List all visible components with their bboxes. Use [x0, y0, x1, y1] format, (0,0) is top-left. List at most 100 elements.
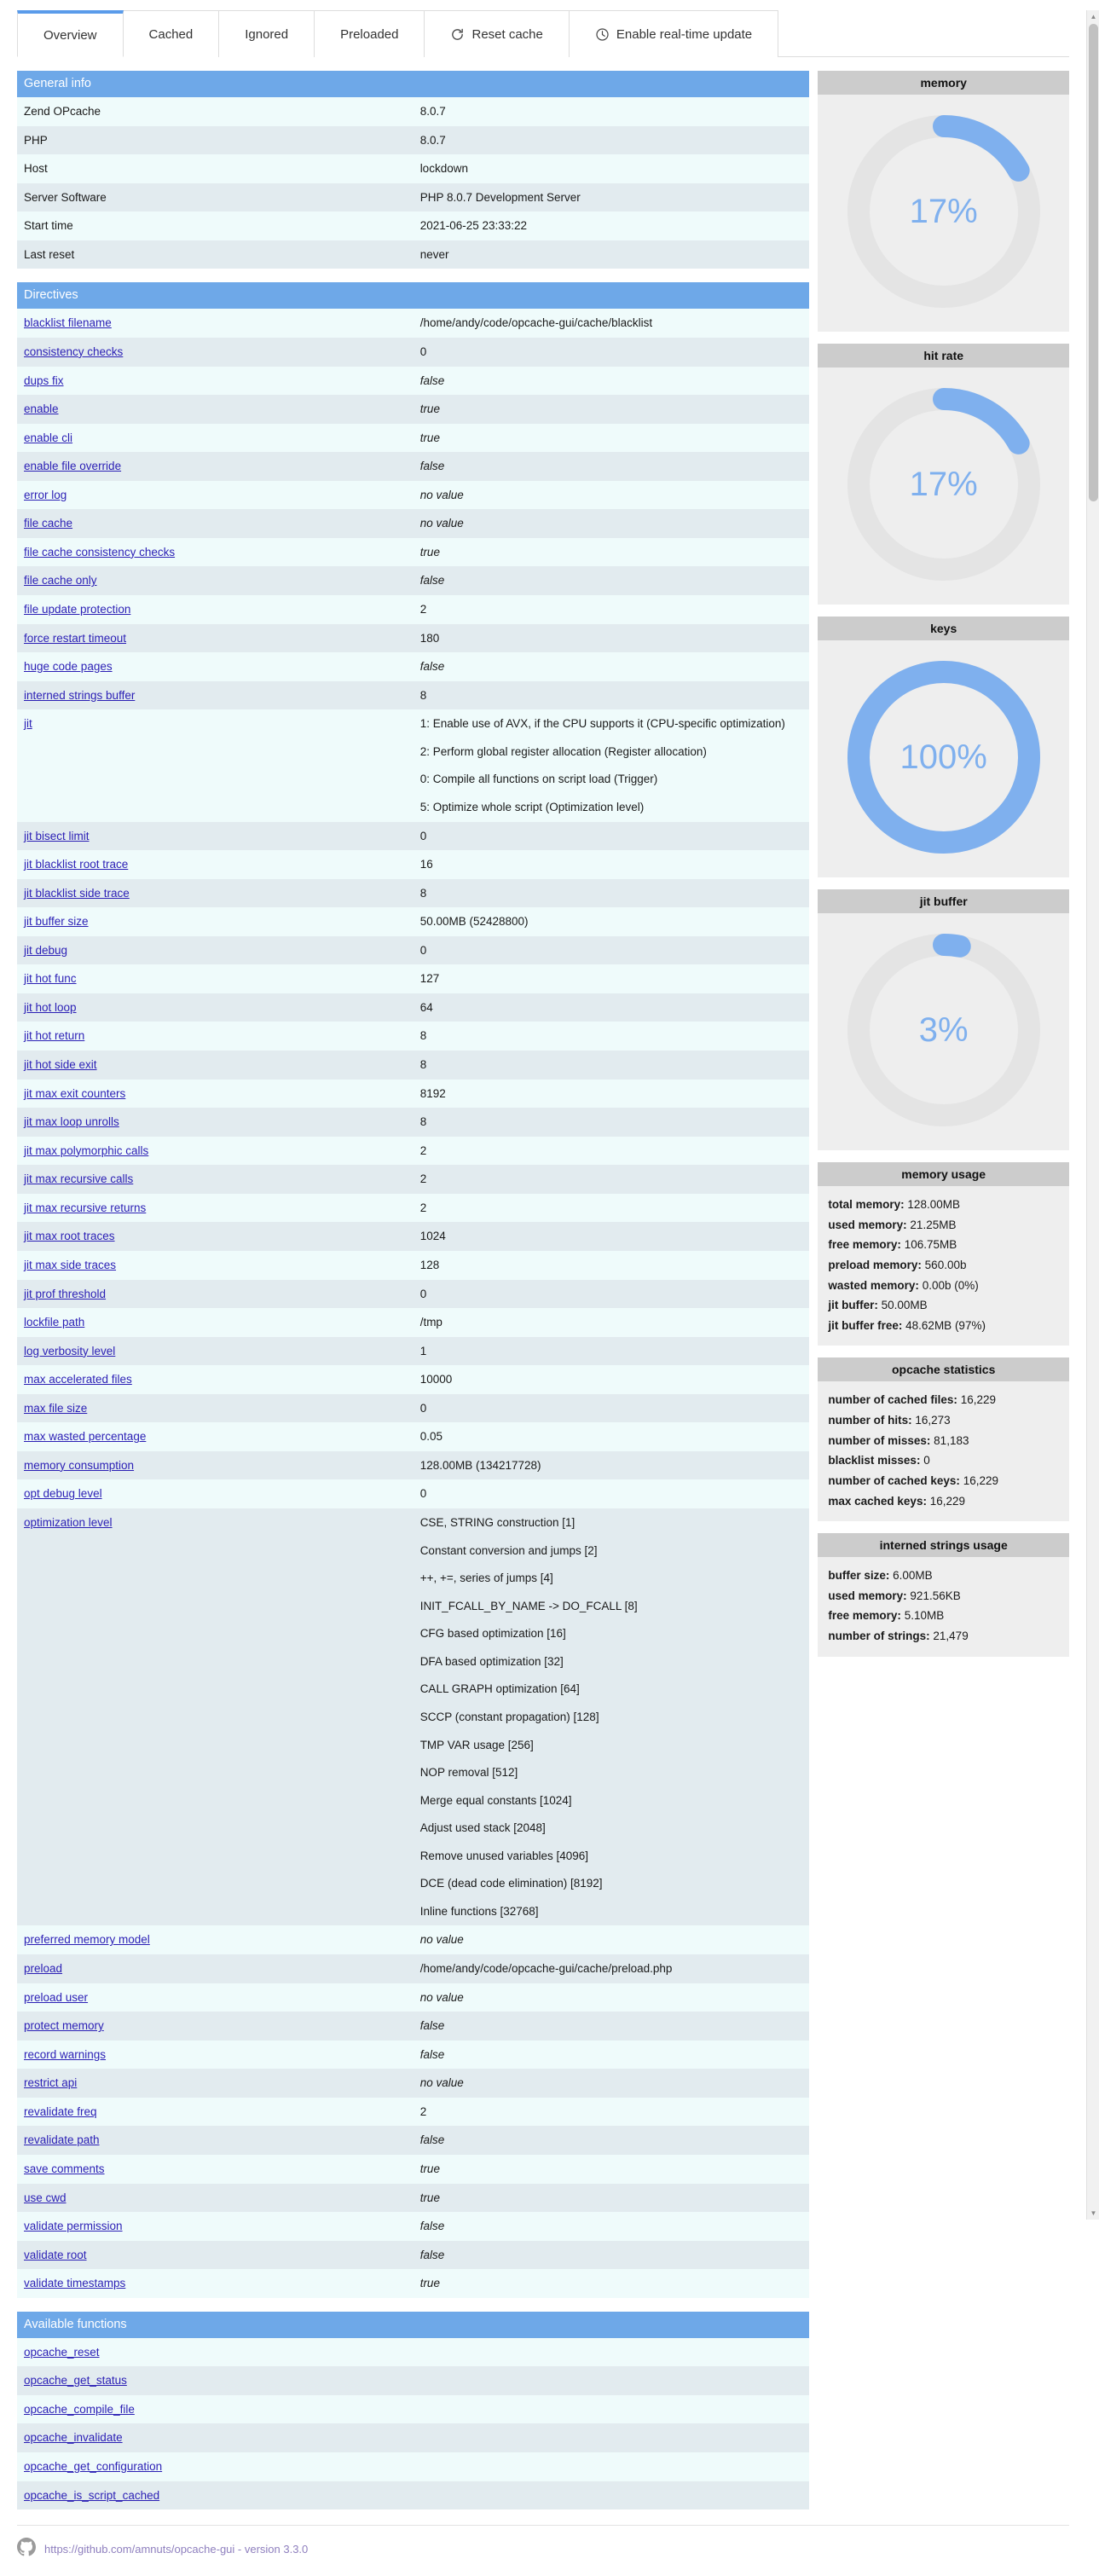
directive-link[interactable]: jit buffer size	[24, 915, 89, 928]
directive-link[interactable]: file update protection	[24, 603, 130, 616]
directive-link[interactable]: log verbosity level	[24, 1345, 115, 1357]
directive-link[interactable]: jit max exit counters	[24, 1087, 125, 1100]
directive-link[interactable]: jit hot func	[24, 972, 77, 985]
directive-link[interactable]: lockfile path	[24, 1316, 84, 1329]
stat-value: 48.62MB (97%)	[905, 1318, 986, 1332]
directive-link[interactable]: enable	[24, 402, 59, 415]
stat-panel-title: memory usage	[818, 1162, 1069, 1186]
row-value-cell: false	[413, 452, 810, 481]
function-link[interactable]: opcache_invalidate	[24, 2431, 123, 2444]
row-value-line: CALL GRAPH optimization [64]	[419, 1682, 580, 1696]
row-key-cell: validate timestamps	[17, 2269, 414, 2298]
directive-link[interactable]: protect memory	[24, 2019, 104, 2032]
directive-link[interactable]: preload	[24, 1962, 62, 1975]
directive-link[interactable]: jit max side traces	[24, 1259, 116, 1271]
directive-link[interactable]: validate timestamps	[24, 2277, 125, 2289]
directives-header-row: Directives	[17, 282, 810, 310]
function-link[interactable]: opcache_get_status	[24, 2374, 127, 2387]
directive-link[interactable]: optimization level	[24, 1516, 113, 1529]
directive-link[interactable]: jit max polymorphic calls	[24, 1144, 148, 1157]
stat-label: jit buffer:	[828, 1299, 878, 1312]
directive-link[interactable]: use cwd	[24, 2191, 67, 2204]
directive-link[interactable]: jit hot loop	[24, 1001, 77, 1014]
row-key-cell: revalidate freq	[17, 2097, 414, 2127]
scroll-thumb[interactable]	[1089, 24, 1098, 501]
stat-row: free memory: 5.10MB	[828, 1606, 1059, 1626]
tab-overview[interactable]: Overview	[17, 10, 124, 57]
directive-link[interactable]: jit	[24, 717, 32, 730]
directive-link[interactable]: jit max recursive returns	[24, 1201, 146, 1214]
row-value-cell: false	[413, 2012, 810, 2041]
directive-link[interactable]: interned strings buffer	[24, 689, 135, 702]
general-info-title: General info	[17, 71, 810, 97]
directive-link[interactable]: error log	[24, 489, 67, 501]
tab-preloaded[interactable]: Preloaded	[315, 10, 425, 57]
github-icon	[17, 2538, 36, 2561]
directive-link[interactable]: force restart timeout	[24, 632, 126, 645]
gauge-title: hit rate	[818, 344, 1069, 368]
tab-reset-cache[interactable]: Reset cache	[425, 10, 570, 57]
directive-link[interactable]: huge code pages	[24, 660, 113, 673]
directive-link[interactable]: file cache	[24, 517, 72, 530]
directive-link[interactable]: jit bisect limit	[24, 830, 90, 842]
scroll-up-arrow[interactable]: ▲	[1087, 10, 1099, 23]
directive-link[interactable]: restrict api	[24, 2076, 77, 2089]
directive-link[interactable]: max file size	[24, 1402, 87, 1415]
row-key-cell: save comments	[17, 2154, 414, 2184]
directive-link[interactable]: record warnings	[24, 2048, 106, 2061]
directive-link[interactable]: revalidate freq	[24, 2105, 97, 2118]
directive-link[interactable]: preload user	[24, 1991, 88, 2004]
function-link[interactable]: opcache_is_script_cached	[24, 2489, 159, 2502]
footer-project-link[interactable]: https://github.com/amnuts/opcache-gui - …	[44, 2543, 308, 2556]
directive-link[interactable]: jit debug	[24, 944, 67, 957]
gauges-host: memory 17% hit rate 17% keys 100% jit buffer 3%	[818, 71, 1069, 1150]
row-value-line: Inline functions [32768]	[419, 1904, 539, 1918]
clock-icon	[595, 27, 610, 42]
table-row: revalidate path false	[17, 2126, 810, 2155]
directive-link[interactable]: revalidate path	[24, 2133, 100, 2146]
directive-link[interactable]: jit max recursive calls	[24, 1172, 133, 1185]
stat-panel-body: buffer size: 6.00MB used memory: 921.56KB…	[818, 1557, 1069, 1657]
directive-link[interactable]: enable cli	[24, 431, 72, 444]
directive-link[interactable]: jit hot side exit	[24, 1058, 97, 1071]
directive-link[interactable]: jit blacklist side trace	[24, 887, 130, 900]
directive-link[interactable]: jit hot return	[24, 1029, 84, 1042]
tab-ignored[interactable]: Ignored	[219, 10, 315, 57]
directive-link[interactable]: consistency checks	[24, 345, 123, 358]
stat-panel: interned strings usage buffer size: 6.00M…	[818, 1533, 1069, 1657]
directive-link[interactable]: file cache consistency checks	[24, 546, 175, 559]
row-key-cell: consistency checks	[17, 337, 414, 367]
gauge-panel: hit rate 17%	[818, 344, 1069, 605]
table-row: Zend OPcache 8.0.7	[17, 97, 810, 126]
function-link[interactable]: opcache_compile_file	[24, 2403, 135, 2416]
directive-link[interactable]: max accelerated files	[24, 1373, 132, 1386]
row-value-cell: 8	[413, 878, 810, 908]
row-key-cell: jit hot return	[17, 1022, 414, 1051]
directive-link[interactable]: validate permission	[24, 2220, 123, 2232]
directive-link[interactable]: jit max root traces	[24, 1230, 115, 1242]
directives-table: Directives blacklist filename/home/andy/…	[17, 282, 810, 2298]
directive-link[interactable]: max wasted percentage	[24, 1430, 146, 1443]
right-column: memory 17% hit rate 17% keys 100% jit buffer 3%…	[818, 71, 1069, 1669]
directive-link[interactable]: preferred memory model	[24, 1933, 150, 1946]
directive-link[interactable]: jit blacklist root trace	[24, 858, 128, 871]
directive-link[interactable]: jit prof threshold	[24, 1288, 106, 1300]
directive-link[interactable]: save comments	[24, 2162, 105, 2175]
directive-link[interactable]: enable file override	[24, 460, 121, 472]
tab-cached[interactable]: Cached	[123, 10, 220, 57]
page-scrollbar[interactable]: ▲ ▼	[1086, 10, 1099, 2220]
row-value-cell: 8	[413, 680, 810, 710]
row-value-line: CSE, STRING construction [1]	[419, 1516, 576, 1529]
directive-link[interactable]: file cache only	[24, 574, 97, 587]
directive-link[interactable]: validate root	[24, 2249, 87, 2261]
directive-link[interactable]: blacklist filename	[24, 316, 112, 329]
directive-link[interactable]: memory consumption	[24, 1459, 134, 1472]
opcache-gui-page: Overview Cached Ignored Preloaded Reset …	[0, 10, 1086, 2576]
tab-enable-realtime-update[interactable]: Enable real-time update	[569, 10, 779, 57]
directive-link[interactable]: opt debug level	[24, 1487, 102, 1500]
directive-link[interactable]: jit max loop unrolls	[24, 1115, 119, 1128]
directive-link[interactable]: dups fix	[24, 374, 64, 387]
scroll-down-arrow[interactable]: ▼	[1087, 2207, 1099, 2220]
function-link[interactable]: opcache_reset	[24, 2346, 100, 2359]
function-link[interactable]: opcache_get_configuration	[24, 2460, 162, 2473]
